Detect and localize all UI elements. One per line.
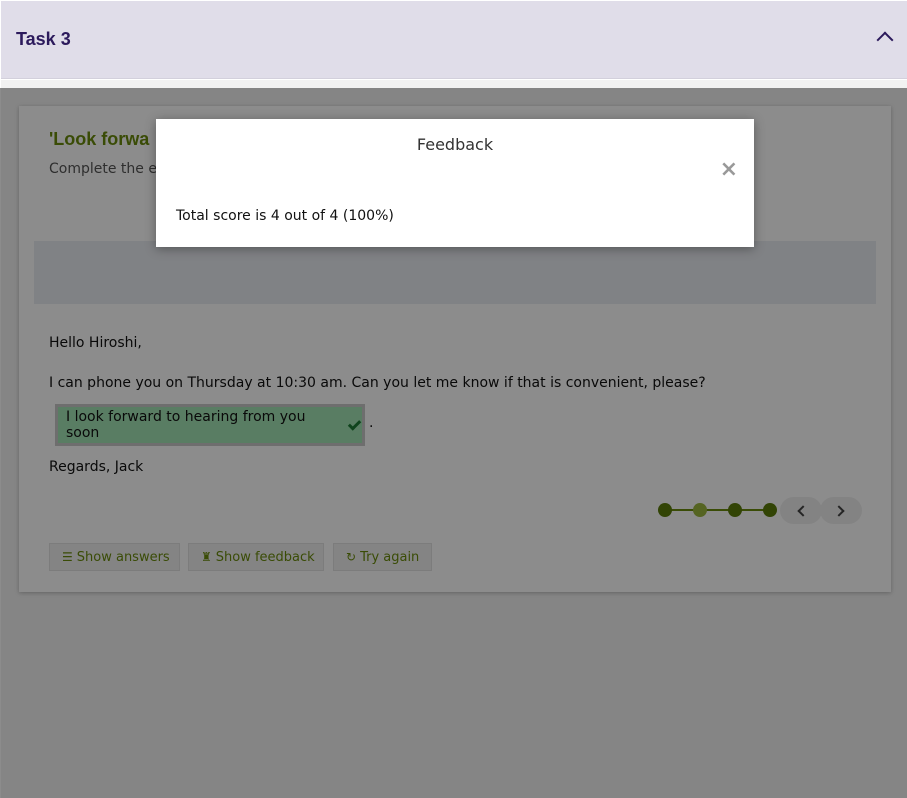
accordion-title: Task 3 [16, 29, 71, 49]
modal-title: Feedback [416, 135, 494, 154]
score-message: Total score is 4 out of 4 (100%) [176, 208, 394, 224]
accordion-header[interactable]: Task 3 [1, 1, 907, 79]
feedback-modal: Feedback × Total score is 4 out of 4 (10… [156, 119, 754, 247]
chevron-up-icon[interactable] [876, 31, 894, 49]
close-icon[interactable]: × [720, 159, 738, 181]
